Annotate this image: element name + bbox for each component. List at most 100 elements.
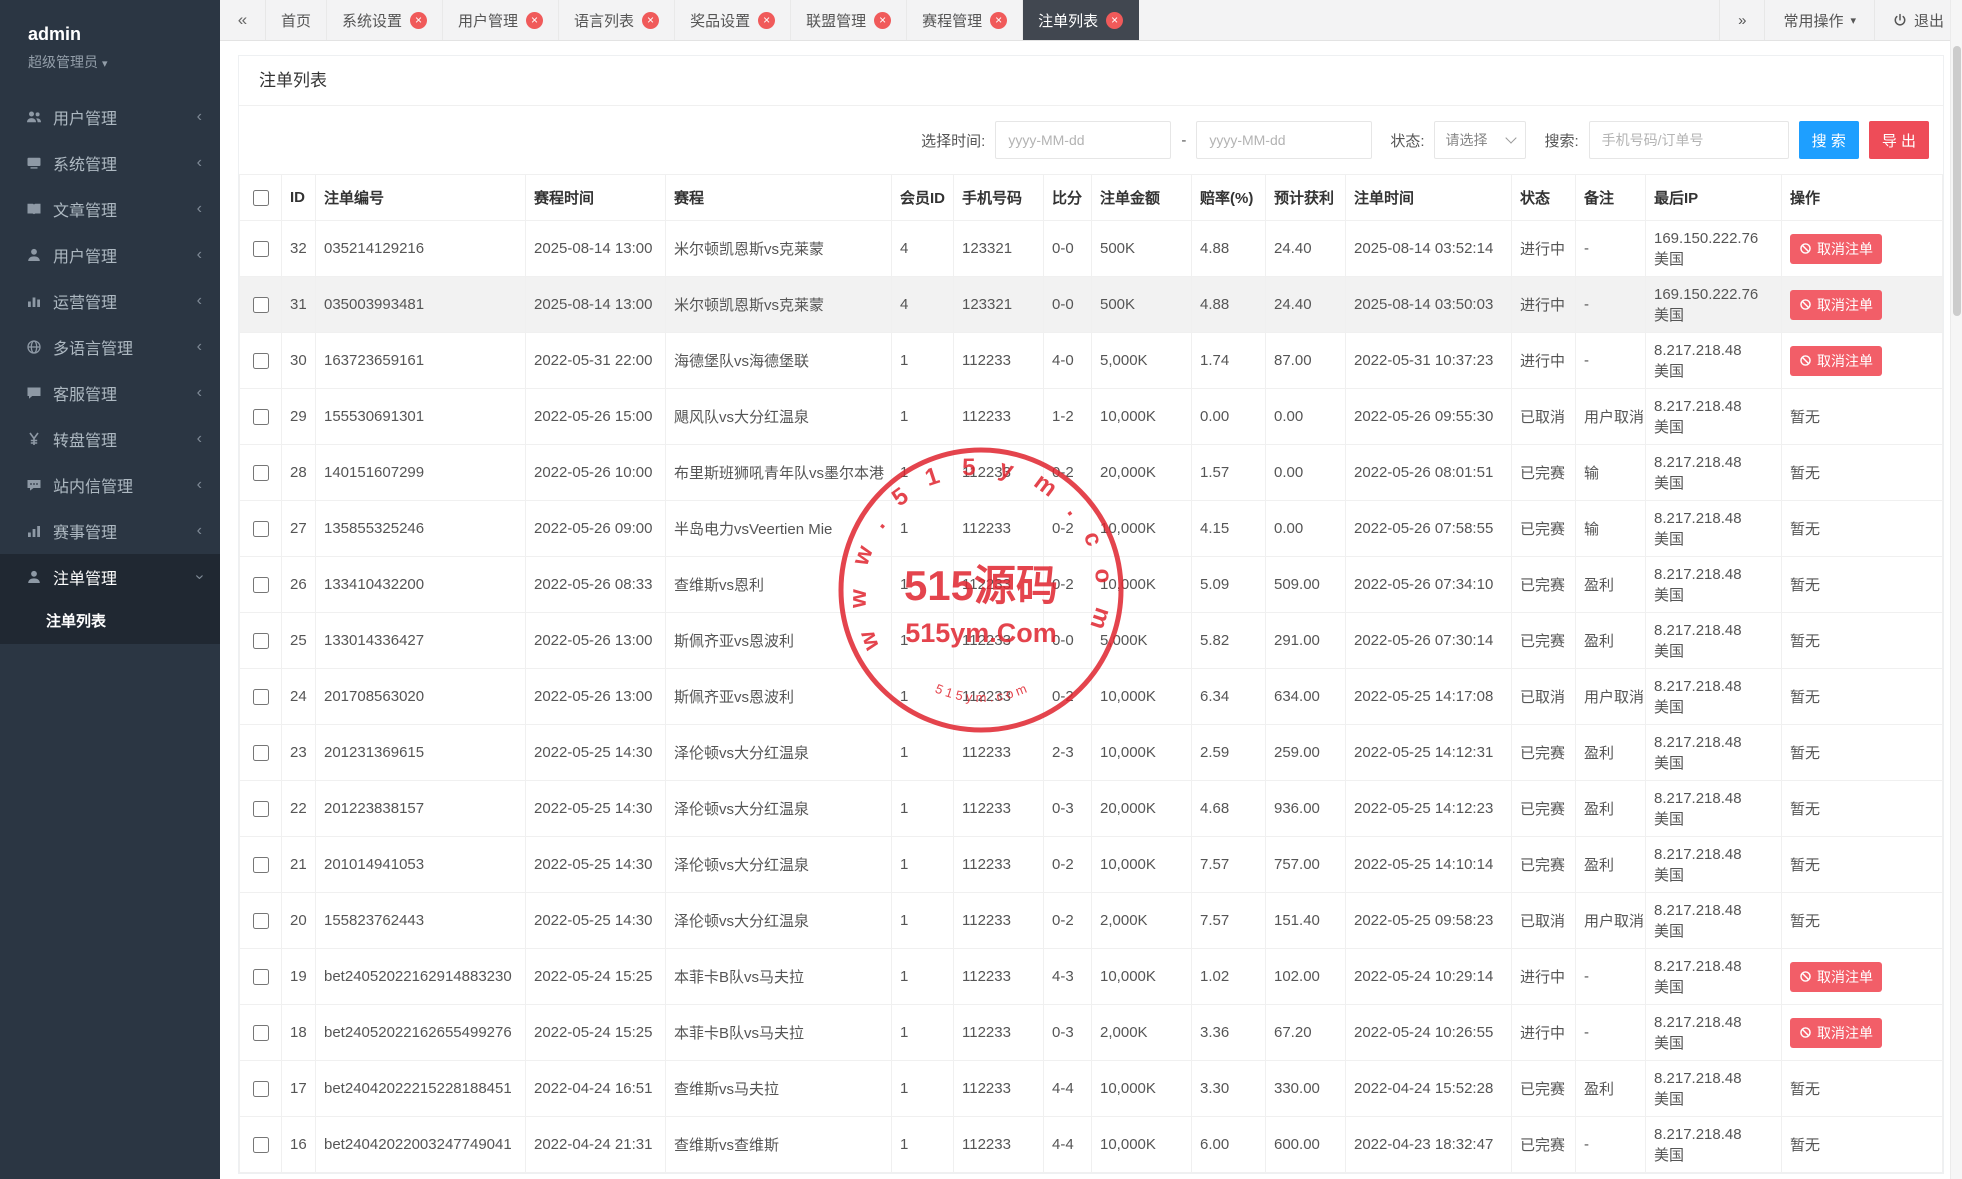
sidebar-subitem[interactable]: 注单列表 xyxy=(0,600,220,644)
tab-item[interactable]: 奖品设置× xyxy=(675,0,791,40)
cell-status: 已取消 xyxy=(1512,669,1576,725)
select-all-checkbox[interactable] xyxy=(253,190,269,206)
row-checkbox[interactable] xyxy=(253,633,269,649)
sidebar-item[interactable]: 系统管理‹ xyxy=(0,140,220,186)
export-button[interactable]: 导 出 xyxy=(1869,121,1929,159)
row-checkbox[interactable] xyxy=(253,577,269,593)
row-checkbox[interactable] xyxy=(253,913,269,929)
table-row: 320352141292162025-08-14 13:00米尔顿凯恩斯vs克莱… xyxy=(240,221,1943,277)
search-input[interactable] xyxy=(1589,121,1789,159)
cell-profit: 0.00 xyxy=(1266,389,1346,445)
tab-close-icon[interactable]: × xyxy=(642,12,659,29)
cell-status: 已完赛 xyxy=(1512,837,1576,893)
cell-bet-time: 2022-05-25 14:10:14 xyxy=(1346,837,1512,893)
column-header-ip: 最后IP xyxy=(1646,175,1782,221)
cell-bet-time: 2025-08-14 03:52:14 xyxy=(1346,221,1512,277)
page-scrollbar[interactable] xyxy=(1950,0,1962,1179)
chevron-down-icon: ‹ xyxy=(190,574,208,579)
tab-item[interactable]: 首页 xyxy=(266,0,327,40)
tab-item[interactable]: 系统设置× xyxy=(327,0,443,40)
cell-match-time: 2022-05-26 13:00 xyxy=(526,613,666,669)
cell-profit: 24.40 xyxy=(1266,277,1346,333)
user-role: 超级管理员▾ xyxy=(28,52,220,72)
tab-close-icon[interactable]: × xyxy=(526,12,543,29)
chevron-left-icon: ‹ xyxy=(197,476,202,494)
row-checkbox[interactable] xyxy=(253,465,269,481)
cell-remark: - xyxy=(1576,277,1646,333)
row-checkbox[interactable] xyxy=(253,745,269,761)
cell-odds: 1.02 xyxy=(1192,949,1266,1005)
row-checkbox[interactable] xyxy=(253,801,269,817)
cell-status: 进行中 xyxy=(1512,949,1576,1005)
cell-last-ip: 8.217.218.48美国 xyxy=(1646,949,1782,1005)
column-header-phone: 手机号码 xyxy=(954,175,1044,221)
row-checkbox[interactable] xyxy=(253,689,269,705)
tab-item[interactable]: 用户管理× xyxy=(443,0,559,40)
cancel-bet-button[interactable]: 取消注单 xyxy=(1790,234,1882,264)
tab-item[interactable]: 联盟管理× xyxy=(791,0,907,40)
search-button[interactable]: 搜 索 xyxy=(1799,121,1859,159)
sidebar-item[interactable]: 用户管理‹ xyxy=(0,94,220,140)
table-row: 271358553252462022-05-26 09:00半岛电力vsVeer… xyxy=(240,501,1943,557)
sidebar-item[interactable]: 多语言管理‹ xyxy=(0,324,220,370)
sidebar-item[interactable]: 转盘管理‹ xyxy=(0,416,220,462)
cancel-bet-button[interactable]: 取消注单 xyxy=(1790,290,1882,320)
tab-close-icon[interactable]: × xyxy=(990,12,1007,29)
row-checkbox[interactable] xyxy=(253,521,269,537)
row-checkbox[interactable] xyxy=(253,969,269,985)
cell-profit: 936.00 xyxy=(1266,781,1346,837)
sidebar-item[interactable]: 客服管理‹ xyxy=(0,370,220,416)
common-actions-dropdown[interactable]: 常用操作 ▾ xyxy=(1764,0,1874,40)
cancel-bet-button[interactable]: 取消注单 xyxy=(1790,1018,1882,1048)
sidebar-item[interactable]: 站内信管理‹ xyxy=(0,462,220,508)
content-area: 注单列表 选择时间: - 状态: 请选择 搜索: 搜 索 导 出 ID注单编号赛… xyxy=(220,41,1962,1179)
sidebar-item[interactable]: 文章管理‹ xyxy=(0,186,220,232)
cell-status: 已完赛 xyxy=(1512,613,1576,669)
row-checkbox[interactable] xyxy=(253,857,269,873)
cell-match: 查维斯vs查维斯 xyxy=(666,1117,892,1173)
status-select[interactable]: 请选择 xyxy=(1434,121,1526,159)
row-checkbox[interactable] xyxy=(253,241,269,257)
logout-button[interactable]: 退出 xyxy=(1874,0,1962,40)
row-checkbox[interactable] xyxy=(253,409,269,425)
cell-action: 取消注单 xyxy=(1782,1005,1943,1061)
time-filter-label: 选择时间: xyxy=(921,130,985,151)
date-to-input[interactable] xyxy=(1196,121,1372,159)
scrollbar-thumb[interactable] xyxy=(1953,46,1961,316)
row-checkbox[interactable] xyxy=(253,1081,269,1097)
cell-match: 米尔顿凯恩斯vs克莱蒙 xyxy=(666,221,892,277)
tab-item[interactable]: 注单列表× xyxy=(1023,0,1139,40)
tab-label: 赛程管理 xyxy=(922,10,982,31)
cell-action: 暂无 xyxy=(1782,557,1943,613)
search-filter-label: 搜索: xyxy=(1544,130,1578,151)
cell-id: 32 xyxy=(282,221,316,277)
cell-match-time: 2022-05-25 14:30 xyxy=(526,837,666,893)
sidebar-item[interactable]: 注单管理‹ xyxy=(0,554,220,600)
tab-item[interactable]: 赛程管理 × xyxy=(907,0,1023,40)
column-header-score: 比分 xyxy=(1044,175,1092,221)
cancel-bet-button[interactable]: 取消注单 xyxy=(1790,346,1882,376)
tab-close-icon[interactable]: × xyxy=(410,12,427,29)
tabs-scroll-left-icon[interactable]: « xyxy=(220,0,266,40)
cell-match-time: 2022-05-25 14:30 xyxy=(526,893,666,949)
tab-close-icon[interactable]: × xyxy=(874,12,891,29)
tab-close-icon[interactable]: × xyxy=(1106,12,1123,29)
user-panel[interactable]: admin 超级管理员▾ xyxy=(0,0,220,94)
row-checkbox[interactable] xyxy=(253,1137,269,1153)
cell-id: 17 xyxy=(282,1061,316,1117)
sidebar-item[interactable]: 用户管理‹ xyxy=(0,232,220,278)
tab-item[interactable]: 语言列表× xyxy=(559,0,675,40)
cell-last-ip: 8.217.218.48美国 xyxy=(1646,669,1782,725)
tab-close-icon[interactable]: × xyxy=(758,12,775,29)
row-checkbox[interactable] xyxy=(253,297,269,313)
sidebar-item[interactable]: 运营管理‹ xyxy=(0,278,220,324)
cell-member-id: 4 xyxy=(892,277,954,333)
row-checkbox[interactable] xyxy=(253,1025,269,1041)
tabs-scroll-right-icon[interactable]: » xyxy=(1719,0,1764,40)
row-checkbox[interactable] xyxy=(253,353,269,369)
date-from-input[interactable] xyxy=(995,121,1171,159)
cell-phone: 112233 xyxy=(954,837,1044,893)
cell-phone: 112233 xyxy=(954,669,1044,725)
cancel-bet-button[interactable]: 取消注单 xyxy=(1790,962,1882,992)
sidebar-item[interactable]: 赛事管理‹ xyxy=(0,508,220,554)
